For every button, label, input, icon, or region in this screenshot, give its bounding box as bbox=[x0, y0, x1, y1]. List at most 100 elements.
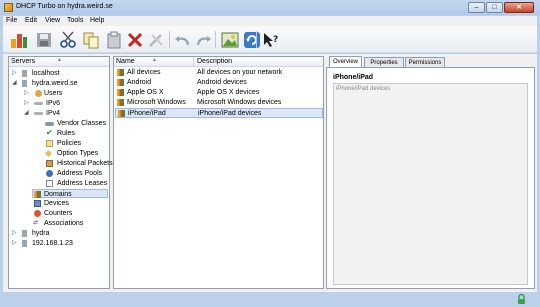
tree-item-label: Vendor Classes bbox=[57, 120, 107, 127]
menu-bar: File Edit View Tools Help bbox=[3, 16, 537, 26]
expand-arrow-icon[interactable]: ▷ bbox=[12, 239, 17, 248]
tree-item-label: Devices bbox=[44, 200, 69, 207]
expand-arrow-icon[interactable]: ▷ bbox=[12, 229, 17, 238]
tree-item-address-pools[interactable]: Address Pools bbox=[11, 169, 107, 178]
column-header-description[interactable]: Description bbox=[195, 57, 324, 67]
tree-item-hydra-weird-se[interactable]: ◢ hydra.weird.se bbox=[11, 79, 107, 88]
delete-icon[interactable] bbox=[125, 30, 145, 50]
tree-item-ipv6[interactable]: ▷ IPv6 bbox=[11, 99, 107, 108]
tree-item-historical-packets[interactable]: Historical Packets bbox=[11, 159, 113, 168]
tree-item-label: Historical Packets bbox=[57, 160, 113, 167]
title-bar[interactable]: DHCP Turbo on hydra.weird.se – □ ✕ bbox=[0, 0, 540, 15]
toolbar-separator bbox=[215, 31, 216, 48]
link-icon: ⇄ bbox=[33, 220, 39, 226]
tree-item-label: Address Leases bbox=[57, 180, 108, 187]
picture-icon[interactable] bbox=[220, 30, 240, 50]
network-icon bbox=[34, 102, 43, 105]
server-icon bbox=[22, 230, 27, 237]
row-name: Apple OS X bbox=[127, 89, 164, 96]
list-row-microsoft-windows[interactable]: Microsoft Windows Microsoft Windows devi… bbox=[115, 98, 323, 108]
tree-item-vendor-classes[interactable]: Vendor Classes bbox=[11, 119, 107, 128]
cut-icon[interactable] bbox=[58, 30, 78, 50]
column-header-label: Name bbox=[116, 58, 135, 65]
status-bar bbox=[0, 292, 540, 307]
tree-item-label: Counters bbox=[44, 210, 73, 217]
menu-edit[interactable]: Edit bbox=[25, 17, 37, 24]
detail-title: iPhone/iPad bbox=[333, 74, 374, 81]
minimize-button[interactable]: – bbox=[468, 2, 485, 13]
paste-icon[interactable] bbox=[104, 30, 124, 50]
tag-icon bbox=[44, 149, 53, 158]
tree-item-domains[interactable]: Domains bbox=[32, 189, 108, 198]
tree-item-label: Option Types bbox=[57, 150, 99, 157]
toolbar: ? bbox=[3, 26, 537, 53]
tree-item-users[interactable]: ▷ Users bbox=[11, 89, 107, 98]
tree-item-label: Users bbox=[44, 90, 63, 97]
servers-header[interactable]: Servers ▲ bbox=[9, 57, 109, 67]
expand-arrow-icon[interactable]: ▷ bbox=[12, 69, 17, 78]
menu-tools[interactable]: Tools bbox=[67, 17, 83, 24]
tools-icon[interactable] bbox=[146, 30, 166, 50]
window-title: DHCP Turbo on hydra.weird.se bbox=[16, 3, 113, 10]
undo-icon[interactable] bbox=[173, 30, 193, 50]
detail-description-box[interactable]: iPhone/iPad devices bbox=[333, 83, 528, 285]
tree-item-label: Associations bbox=[44, 220, 84, 227]
menu-help[interactable]: Help bbox=[90, 17, 104, 24]
tree-item-label: Rules bbox=[57, 130, 75, 137]
tree-item-label: Address Pools bbox=[57, 170, 103, 177]
help-icon[interactable]: ? bbox=[261, 30, 281, 50]
tree-item-192-168-1-23[interactable]: ▷ 192.168.1.23 bbox=[11, 239, 107, 248]
domain-icon bbox=[117, 69, 124, 76]
domains-list-pane[interactable]: Name ▲ Description All devices All devic… bbox=[113, 56, 324, 289]
tree-item-localhost[interactable]: ▷ localhost bbox=[11, 69, 107, 78]
list-row-apple-os-x[interactable]: Apple OS X Apple OS X devices bbox=[115, 88, 323, 98]
svg-text:?: ? bbox=[273, 35, 278, 45]
policies-icon bbox=[46, 140, 53, 147]
close-button[interactable]: ✕ bbox=[504, 2, 534, 13]
column-header-label: Description bbox=[197, 58, 233, 65]
maximize-button[interactable]: □ bbox=[486, 2, 503, 13]
app-server-icon[interactable] bbox=[9, 30, 29, 50]
tree-item-associations[interactable]: ⇄ Associations bbox=[11, 219, 107, 228]
column-header-name[interactable]: Name ▲ bbox=[114, 57, 194, 67]
domain-icon bbox=[117, 89, 124, 96]
expand-arrow-icon[interactable]: ▷ bbox=[24, 99, 29, 108]
checkmark-icon: ✔ bbox=[46, 128, 53, 137]
devices-icon bbox=[34, 200, 41, 207]
tree-item-counters[interactable]: Counters bbox=[11, 209, 107, 218]
toolbar-separator bbox=[256, 31, 257, 48]
copy-icon[interactable] bbox=[81, 30, 101, 50]
menu-file[interactable]: File bbox=[6, 17, 17, 24]
expand-arrow-icon[interactable]: ▷ bbox=[24, 89, 29, 98]
server-icon bbox=[22, 80, 27, 87]
collapse-arrow-icon[interactable]: ◢ bbox=[12, 79, 17, 88]
list-row-iphone-ipad[interactable]: iPhone/iPad iPhone/iPad devices bbox=[115, 108, 323, 118]
tree-item-devices[interactable]: Devices bbox=[11, 199, 107, 208]
tree-item-ipv4[interactable]: ◢ IPv4 bbox=[11, 109, 107, 118]
tree-item-label: IPv6 bbox=[46, 100, 61, 107]
sort-arrow-icon: ▲ bbox=[57, 57, 62, 63]
server-icon bbox=[22, 70, 27, 77]
servers-pane[interactable]: Servers ▲ ▷ localhost ◢ hydra.weird.se ▷… bbox=[8, 56, 113, 289]
tree-item-label: Policies bbox=[57, 140, 82, 147]
tree-item-policies[interactable]: Policies bbox=[11, 139, 107, 148]
toolbar-separator bbox=[169, 31, 170, 48]
sort-arrow-icon: ▲ bbox=[152, 57, 157, 63]
lock-icon bbox=[518, 294, 525, 304]
domain-icon bbox=[117, 99, 124, 106]
domain-icon bbox=[118, 110, 125, 117]
redo-icon[interactable] bbox=[193, 30, 213, 50]
tree-item-option-types[interactable]: Option Types bbox=[11, 149, 107, 158]
collapse-arrow-icon[interactable]: ◢ bbox=[24, 109, 29, 118]
tree-item-rules[interactable]: ✔ Rules bbox=[11, 128, 107, 138]
refresh-icon[interactable] bbox=[242, 30, 262, 50]
tree-item-address-leases[interactable]: Address Leases bbox=[11, 179, 107, 188]
list-header: Name ▲ Description bbox=[114, 57, 323, 67]
list-row-all-devices[interactable]: All devices All devices on your network bbox=[115, 68, 323, 78]
row-description: iPhone/iPad devices bbox=[198, 110, 262, 117]
list-row-android[interactable]: Android Android devices bbox=[115, 78, 323, 88]
tree-item-hydra[interactable]: ▷ hydra bbox=[11, 229, 107, 238]
save-icon[interactable] bbox=[34, 30, 54, 50]
menu-view[interactable]: View bbox=[45, 17, 60, 24]
tree-item-label: hydra.weird.se bbox=[32, 80, 78, 87]
